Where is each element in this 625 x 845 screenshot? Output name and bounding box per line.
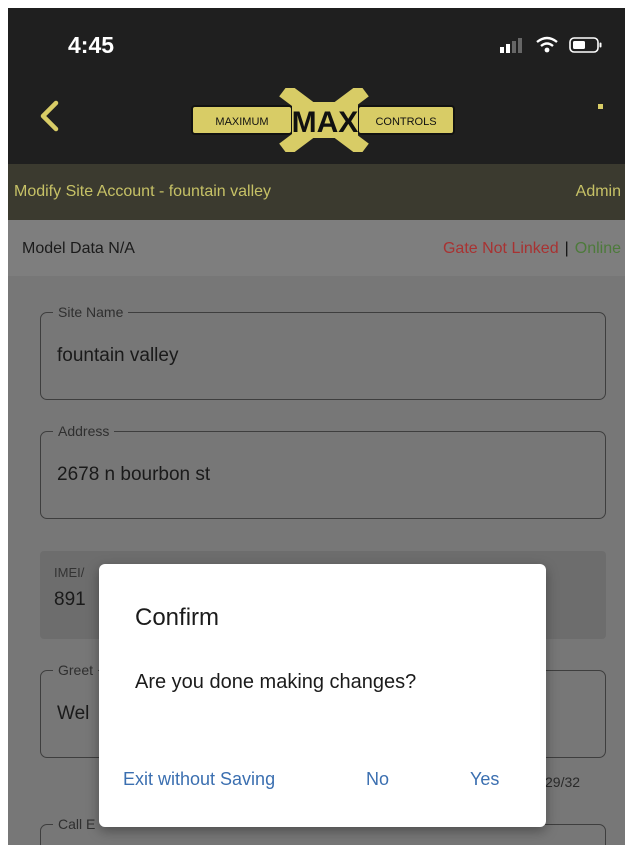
imei-label: IMEI/ — [54, 565, 85, 580]
title-bar: Modify Site Account - fountain valley Ad… — [8, 164, 625, 220]
site-name-field[interactable]: Site Name fountain valley — [40, 304, 606, 400]
site-name-value: fountain valley — [57, 345, 179, 366]
logo-right-text: CONTROLS — [375, 116, 436, 128]
logo-center-text: MAX — [292, 106, 359, 139]
site-name-label: Site Name — [53, 304, 129, 320]
device-status-row: Model Data N/A Gate Not Linked | Online — [8, 220, 625, 276]
gate-status: Gate Not Linked — [442, 240, 559, 257]
status-time: 4:45 — [68, 32, 115, 58]
link-status: Gate Not Linked | Online — [443, 240, 621, 258]
character-counter: 29/32 — [545, 774, 581, 790]
phone-screen: 4:45 MAXIMUM MAX CONTROLS Modify Site Ac… — [8, 8, 625, 845]
wifi-icon — [536, 36, 558, 53]
back-chevron-icon[interactable] — [38, 100, 62, 132]
greeting-value: Wel — [57, 703, 90, 724]
address-field[interactable]: Address 2678 n bourbon st — [40, 423, 606, 519]
status-separator: | — [564, 240, 569, 257]
header-menu-dot[interactable] — [598, 104, 603, 109]
address-label: Address — [53, 423, 115, 439]
dialog-title: Confirm — [135, 604, 220, 631]
model-data: Model Data N/A — [22, 240, 135, 257]
connection-status: Online — [574, 240, 621, 257]
call-label: Call E — [53, 816, 101, 832]
battery-icon — [569, 37, 602, 53]
imei-value: 891 — [54, 589, 86, 610]
signal-icon — [500, 38, 522, 53]
call-field[interactable]: Call E — [40, 816, 606, 845]
greeting-label: Greet — [53, 662, 99, 678]
status-icons — [499, 36, 603, 54]
max-controls-logo: MAXIMUM MAX CONTROLS — [191, 88, 455, 152]
exit-without-saving-button[interactable]: Exit without Saving — [123, 769, 275, 790]
no-button[interactable]: No — [366, 769, 389, 790]
yes-button[interactable]: Yes — [470, 769, 499, 790]
confirm-dialog: Confirm Are you done making changes? Exi… — [99, 564, 546, 827]
page-title: Modify Site Account - fountain valley — [14, 183, 272, 200]
user-role: Admin — [575, 183, 621, 200]
app-header: 4:45 MAXIMUM MAX CONTROLS — [8, 8, 625, 164]
dialog-message: Are you done making changes? — [135, 671, 417, 693]
address-value: 2678 n bourbon st — [57, 464, 211, 485]
logo-left-text: MAXIMUM — [215, 116, 268, 128]
